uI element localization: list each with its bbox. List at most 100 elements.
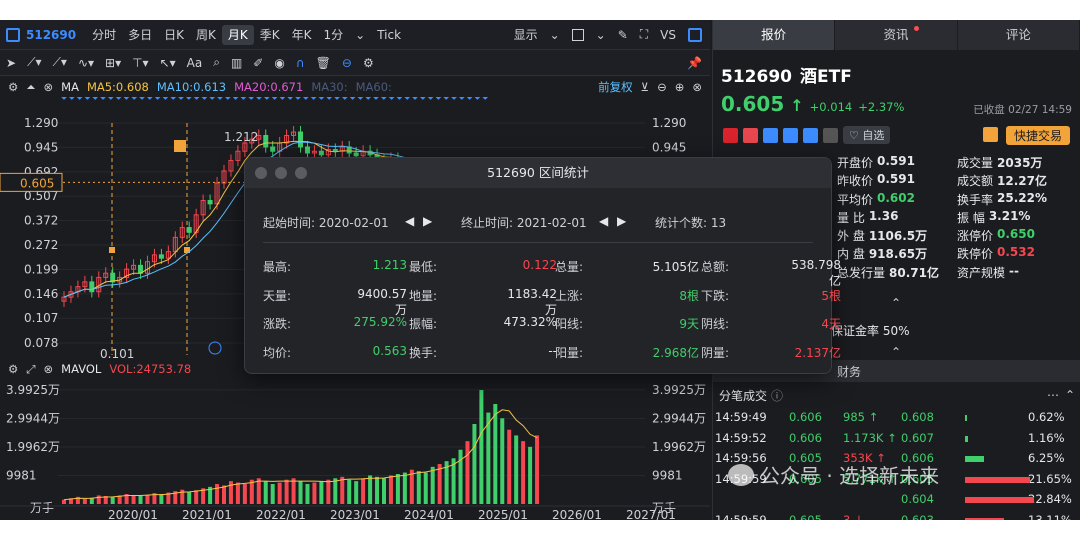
quote-stat-value: 0.650 [997, 227, 1035, 242]
quote-stat-value: 3.21% [988, 208, 1031, 223]
trash-icon[interactable]: 🗑 [316, 56, 331, 70]
chevron-down-icon[interactable]: ⌄ [596, 28, 606, 42]
checkbox-icon[interactable] [571, 28, 584, 41]
minimize-window-button[interactable] [275, 167, 287, 179]
up-arrow-icon: ↑ [790, 96, 804, 115]
volume-bar [368, 475, 373, 504]
tab-quote[interactable]: 报价 [713, 20, 836, 50]
tick-cell: 0.605 [901, 471, 934, 486]
arrow-tool-icon[interactable]: ↖▾ [160, 56, 176, 70]
close-icon[interactable]: ⊗ [44, 362, 54, 376]
chevron-up-icon[interactable]: ⌃ [1065, 388, 1075, 402]
volume-chart[interactable]: 3.9925万 3.9925万 2.9944万 2.9944万 1.9962万 1.996… [0, 378, 710, 520]
quote-stat-row: 总发行量 80.71亿 [837, 264, 952, 282]
chevron-down-icon[interactable]: ⌄ [550, 28, 560, 42]
bar-tool-icon[interactable]: ▥ [231, 56, 242, 70]
period-tick[interactable]: Tick [371, 25, 407, 45]
collapse-up-icon[interactable]: ⌃ [891, 345, 901, 359]
plus-icon[interactable]: ⊕ [675, 80, 685, 94]
tick-cell: 13.11% [1028, 512, 1072, 521]
period-monthly[interactable]: 月K [221, 24, 254, 45]
tick-cell: 985 ↑ [843, 410, 879, 424]
tab-finance[interactable]: 财务 [837, 363, 861, 380]
tag-icon[interactable] [803, 127, 818, 143]
fullscreen-icon[interactable]: ⛶ [640, 27, 648, 42]
expand-icon[interactable]: ⤢ [26, 362, 35, 377]
maximize-window-button[interactable] [295, 167, 307, 179]
close-icon[interactable]: ⊗ [692, 80, 702, 94]
vol-unit-left: 万手 [30, 501, 54, 515]
search-icon[interactable]: ⌕ [213, 55, 220, 70]
period-fenshi[interactable]: 分时 [86, 25, 122, 45]
pin-icon[interactable]: 📌 [687, 56, 702, 70]
gear-icon[interactable]: ⚙ [8, 362, 18, 376]
line-tool-icon[interactable]: ⟋▾ [27, 55, 41, 70]
period-daily[interactable]: 日K [158, 25, 190, 45]
period-yearly[interactable]: 年K [286, 25, 318, 45]
prev-end-button[interactable]: ◀ [599, 214, 608, 228]
chevron-down-icon[interactable]: ⌄ [349, 25, 371, 45]
ma30-value: MA30: [311, 80, 348, 94]
volume-bar [284, 479, 289, 504]
x-tick-label: 2026/01 [552, 508, 602, 520]
ma-label[interactable]: MA [61, 80, 79, 94]
wave-tool-icon[interactable]: ∿▾ [78, 56, 94, 70]
next-start-button[interactable]: ▶ [423, 214, 432, 228]
panel-toggle-icon[interactable] [688, 27, 702, 42]
display-menu[interactable]: 显示 [514, 26, 538, 43]
quote-stat-row: 外 盘 1106.5万 [837, 227, 952, 245]
bell-icon[interactable] [983, 127, 998, 142]
info-icon[interactable]: ⓘ [771, 387, 783, 404]
vol-tick-label-right: 9981 [652, 468, 683, 482]
last-price: 0.605 [721, 92, 785, 116]
eye-icon[interactable]: ◉ [274, 56, 284, 70]
gear-icon[interactable]: ⚙ [8, 80, 18, 94]
quote-stat-label: 资产规模 [957, 265, 1006, 280]
sidebar-toggle-icon[interactable] [6, 27, 20, 42]
period-quarterly[interactable]: 季K [254, 25, 286, 45]
brush-icon[interactable]: ✐ [253, 56, 263, 70]
vs-button[interactable]: VS [660, 28, 676, 42]
mavol-label[interactable]: MAVOL [61, 362, 101, 376]
tab-news[interactable]: 资讯 [835, 20, 958, 50]
period-multiday[interactable]: 多日 [122, 25, 158, 45]
tab-comments[interactable]: 评论 [958, 20, 1080, 50]
pen-icon[interactable]: ✎ [618, 28, 628, 42]
stat-label: 换手: [409, 345, 438, 360]
tick-cell: 14:59:49 [715, 410, 767, 424]
minus-icon[interactable]: ⊖ [657, 80, 667, 94]
close-icon[interactable]: ⊗ [44, 80, 54, 94]
quote-stat-value: 1.36 [868, 208, 899, 223]
stat-value: 8根 [679, 288, 699, 303]
next-end-button[interactable]: ▶ [617, 214, 626, 228]
ma-indicator-bar: ⚙ ⏶ ⊗ MA MA5:0.608 MA10:0.613 MA20:0.671… [0, 77, 710, 97]
up-icon[interactable]: ⏶ [26, 80, 35, 95]
more-icon[interactable]: ⋯ [1047, 388, 1059, 402]
adjust-select[interactable]: 前复权 [598, 79, 633, 95]
level-tool-icon[interactable]: ⊤▾ [132, 56, 148, 70]
collapse-up-icon[interactable]: ⌃ [891, 296, 901, 310]
scale-icon[interactable]: ⊻ [641, 80, 649, 94]
doc-icon[interactable] [823, 127, 838, 143]
stat-value: 9400.57万 [357, 286, 407, 317]
magnet-icon[interactable]: ∩ [296, 56, 305, 70]
watchlist-button[interactable]: ♡ 自选 [843, 126, 891, 144]
gear-icon[interactable]: ⚙ [363, 56, 374, 70]
dollar-icon[interactable] [783, 127, 798, 143]
close-window-button[interactable] [255, 167, 267, 179]
link-icon[interactable]: ⊖ [342, 56, 352, 70]
x-tick-label: 2023/01 [330, 508, 380, 520]
fib-tool-icon[interactable]: ⊞▾ [105, 56, 121, 70]
stat-value: 2.137亿 [794, 345, 841, 360]
quick-trade-button[interactable]: 快捷交易 [1005, 126, 1070, 145]
lightning-icon[interactable] [743, 127, 758, 143]
cursor-icon[interactable]: ➤ [6, 56, 16, 70]
prev-start-button[interactable]: ◀ [405, 214, 414, 228]
text-tool-icon[interactable]: Aa [187, 56, 203, 70]
period-weekly[interactable]: 周K [190, 25, 222, 45]
stock-code[interactable]: 512690 [26, 28, 76, 42]
quote-stat-label: 成交量 [957, 156, 994, 170]
period-1min[interactable]: 1分 [318, 25, 350, 45]
ray-tool-icon[interactable]: ⟋▾ [53, 55, 67, 70]
swap-icon[interactable] [763, 127, 778, 143]
